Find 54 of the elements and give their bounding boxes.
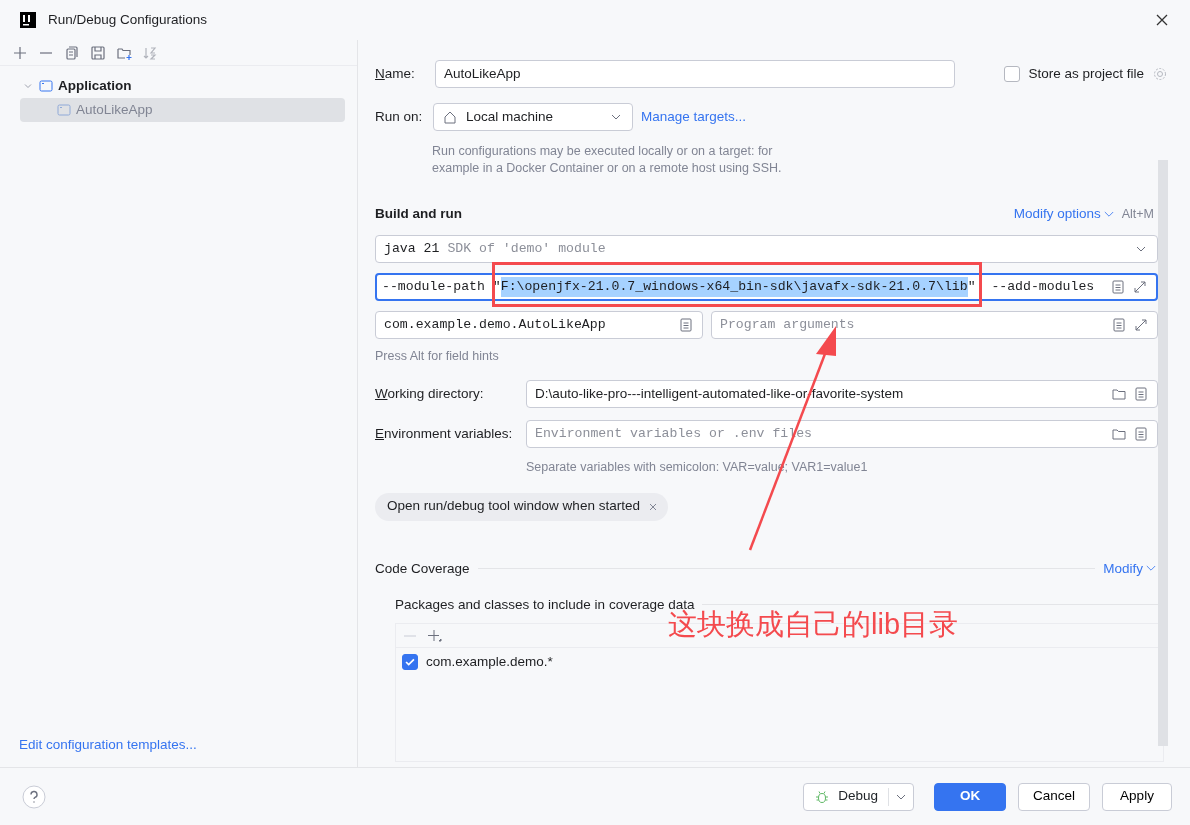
debug-button[interactable]: Debug <box>804 787 889 806</box>
scrollbar[interactable] <box>1158 160 1168 746</box>
pattern-label: com.example.demo.* <box>426 652 553 671</box>
list-icon[interactable] <box>1110 279 1126 295</box>
add-icon[interactable] <box>12 44 28 61</box>
ok-button[interactable]: OK <box>934 782 1006 811</box>
help-icon[interactable] <box>22 784 46 809</box>
modify-options-link[interactable]: Modify options <box>1013 203 1101 225</box>
window-title: Run/Debug Configurations <box>48 10 208 29</box>
run-on-label: Run on: <box>375 107 424 126</box>
pattern-checkbox[interactable] <box>402 654 418 670</box>
bug-icon <box>814 788 831 805</box>
manage-targets-link[interactable]: Manage targets... <box>641 106 747 128</box>
store-label: Store as project file <box>1028 64 1144 83</box>
jdk-dropdown[interactable]: java 21 SDK of 'demo' module <box>375 235 1158 263</box>
save-icon[interactable] <box>90 44 106 61</box>
expand-icon[interactable] <box>1132 279 1148 295</box>
gear-icon[interactable] <box>1152 66 1168 82</box>
configuration-icon <box>56 102 72 118</box>
vm-options-field[interactable]: --module-path "F:\openjfx-21.0.7_windows-x64_bin-sdk\javafx-sdk-21.0.7\lib" --add-modules <box>375 273 1158 301</box>
option-chip[interactable]: Open run/debug tool window when started <box>375 492 668 521</box>
run-on-dropdown[interactable]: Local machine <box>433 103 633 131</box>
configuration-icon <box>38 78 54 94</box>
section-title: Build and run <box>375 204 462 223</box>
list-icon[interactable] <box>1133 385 1149 402</box>
home-icon <box>442 109 458 125</box>
edit-templates-link[interactable]: Edit configuration templates... <box>19 736 197 752</box>
sort-icon[interactable] <box>142 44 158 61</box>
chevron-down-icon <box>1146 565 1156 573</box>
field-hint: Press Alt for field hints <box>375 348 500 365</box>
name-label: Name: <box>375 64 416 83</box>
list-icon[interactable] <box>678 317 694 333</box>
run-on-hint: Run configurations may be executed locally or on a target: for example in a Docker Container or on a remote host using SSH. <box>432 143 783 177</box>
name-field[interactable]: AutoLikeApp <box>435 60 955 88</box>
expand-icon[interactable] <box>1133 317 1149 333</box>
section-title: Code Coverage <box>375 559 470 578</box>
list-icon[interactable] <box>1111 317 1127 333</box>
main-class-field[interactable]: com.example.demo.AutoLikeApp <box>375 311 703 339</box>
environment-variables-label: Environment variables: <box>375 424 514 443</box>
debug-split-button[interactable]: Debug <box>803 782 914 811</box>
add-icon[interactable] <box>426 627 442 644</box>
list-icon[interactable] <box>1133 425 1149 442</box>
modify-link[interactable]: Modify <box>1103 558 1143 579</box>
store-checkbox[interactable] <box>1004 66 1021 82</box>
cancel-button[interactable]: Cancel <box>1018 782 1090 811</box>
apply-button[interactable]: Apply <box>1102 782 1172 811</box>
annotation-text: 这块换成自己的lib目录 <box>668 610 958 639</box>
chevron-down-icon <box>1103 210 1114 218</box>
working-directory-label: Working directory: <box>375 384 485 403</box>
copy-icon[interactable] <box>64 44 80 61</box>
app-logo-icon <box>20 12 36 28</box>
tree-item[interactable]: Application <box>20 74 345 98</box>
shortcut-hint: Alt+M <box>1121 205 1154 223</box>
close-icon[interactable] <box>1154 12 1170 28</box>
